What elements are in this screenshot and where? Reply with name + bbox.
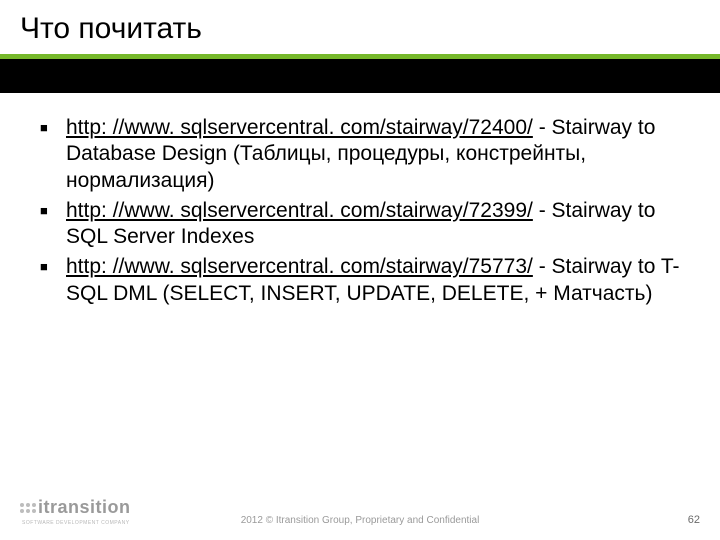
logo-dots-icon <box>20 503 36 513</box>
resource-link[interactable]: http: //www. sqlservercentral. com/stair… <box>66 116 533 139</box>
slide-content: http: //www. sqlservercentral. com/stair… <box>0 93 720 307</box>
list-item: http: //www. sqlservercentral. com/stair… <box>40 115 680 194</box>
logo-main: itransition <box>20 497 131 518</box>
black-bar <box>0 59 720 93</box>
bullet-list: http: //www. sqlservercentral. com/stair… <box>40 115 680 307</box>
slide-title: Что почитать <box>0 0 720 54</box>
slide: Что почитать http: //www. sqlservercentr… <box>0 0 720 540</box>
logo: itransition SOFTWARE DEVELOPMENT COMPANY <box>20 497 131 526</box>
logo-text: itransition <box>38 497 131 518</box>
resource-link[interactable]: http: //www. sqlservercentral. com/stair… <box>66 199 533 222</box>
copyright: 2012 © Itransition Group, Proprietary an… <box>241 515 480 526</box>
page-number: 62 <box>688 514 700 526</box>
resource-link[interactable]: http: //www. sqlservercentral. com/stair… <box>66 255 533 278</box>
list-item: http: //www. sqlservercentral. com/stair… <box>40 198 680 251</box>
logo-subtitle: SOFTWARE DEVELOPMENT COMPANY <box>22 520 131 526</box>
list-item: http: //www. sqlservercentral. com/stair… <box>40 254 680 307</box>
